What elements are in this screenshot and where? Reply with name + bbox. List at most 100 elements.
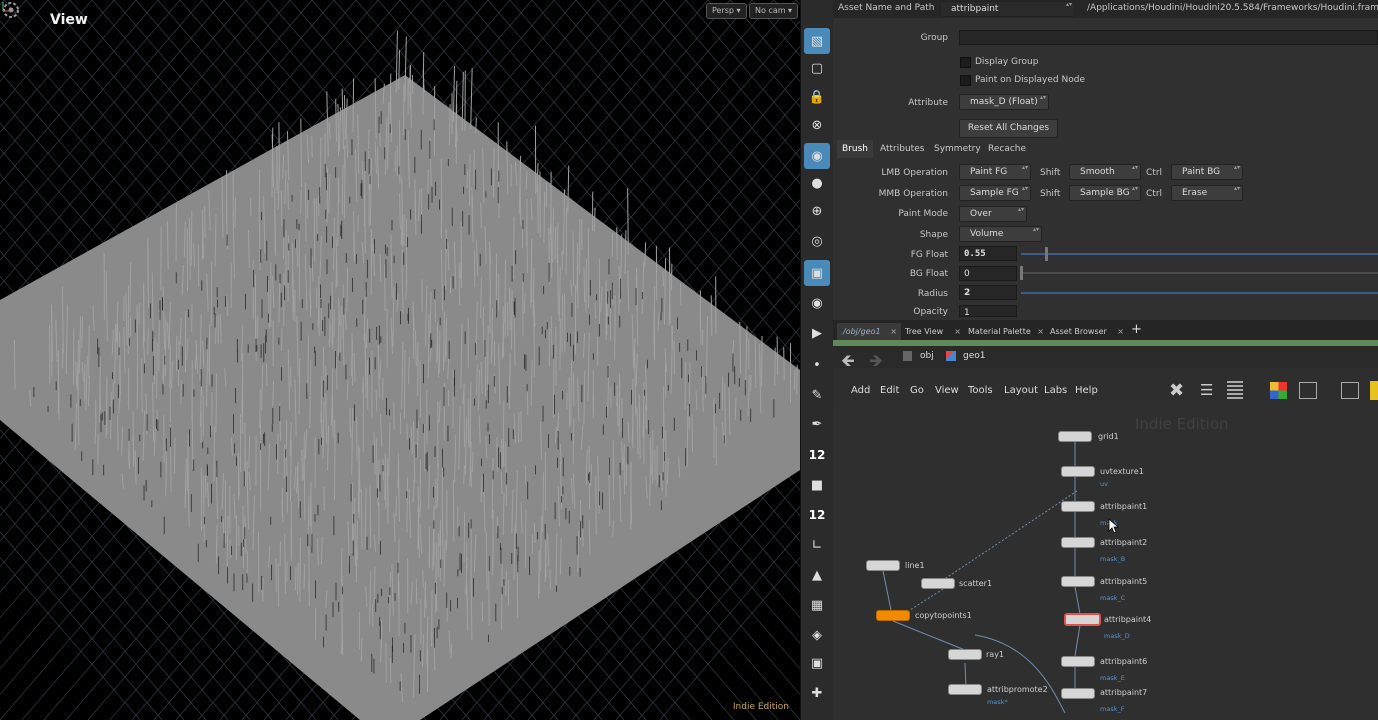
paint-mode-dropdown[interactable]: Over — [959, 206, 1027, 222]
menu-help[interactable]: Help — [1075, 385, 1098, 396]
radius-slider[interactable] — [1021, 292, 1378, 294]
ghost-icon[interactable]: ▢ — [804, 55, 830, 81]
lmb-ctrl-dropdown[interactable]: Paint BG — [1171, 164, 1243, 180]
node-attribpromote2[interactable] — [948, 684, 982, 695]
node-attribpaint5[interactable] — [1061, 576, 1095, 587]
eyedropper-icon[interactable]: ✒ — [804, 411, 830, 437]
viewport-canvas[interactable] — [0, 0, 800, 720]
node-scatter1[interactable] — [921, 578, 955, 589]
axis-icon[interactable]: ✚ — [804, 680, 830, 706]
line-icon[interactable]: ∟ — [804, 532, 830, 558]
tab-symmetry[interactable]: Symmetry — [929, 140, 986, 158]
mmb-shift-dropdown[interactable]: Sample BG — [1069, 185, 1141, 201]
close-icon[interactable]: × — [890, 323, 897, 340]
node-attribpaint4[interactable] — [1064, 613, 1101, 626]
light-link-icon[interactable]: ◎ — [804, 228, 830, 254]
fill-icon[interactable]: 12 — [804, 502, 830, 528]
eye-icon[interactable]: ◉ — [804, 290, 830, 316]
tab-tree-view[interactable]: Tree View × — [899, 323, 965, 340]
menu-labs[interactable]: Labs — [1044, 385, 1067, 396]
node-ray1[interactable] — [948, 649, 982, 660]
close-icon[interactable]: × — [1037, 323, 1044, 340]
shape-dropdown[interactable]: Volume — [959, 226, 1042, 242]
tab-material-palette[interactable]: Material Palette × — [962, 323, 1048, 340]
grid-icon[interactable]: ◈ — [804, 622, 830, 648]
fg-float-slider-knob[interactable] — [1045, 247, 1048, 261]
light-add-icon[interactable]: ⊕ — [804, 198, 830, 224]
display-options-icon[interactable]: ▧ — [804, 28, 830, 54]
sticky-note-icon[interactable] — [1370, 381, 1378, 400]
mmb-ctrl-dropdown[interactable]: Erase — [1171, 185, 1243, 201]
fg-float-field[interactable]: 0.55 — [959, 246, 1017, 261]
lock-icon[interactable]: 🔒 — [804, 84, 830, 110]
bg-float-slider[interactable] — [1021, 272, 1378, 274]
menu-tools[interactable]: Tools — [968, 385, 993, 396]
eye-options-icon[interactable]: ▶ — [804, 320, 830, 346]
shape-icon[interactable]: ▲ — [804, 562, 830, 588]
color-palette-icon[interactable] — [1270, 382, 1287, 399]
brush-icon[interactable]: ✎ — [804, 382, 830, 408]
grid-view-icon[interactable] — [1299, 382, 1317, 399]
light-icon[interactable]: ● — [804, 170, 830, 196]
menu-view[interactable]: View — [935, 385, 959, 396]
tab-recache[interactable]: Recache — [983, 140, 1031, 158]
attribute-label: Attribute — [908, 98, 948, 108]
asset-name-dropdown[interactable]: attribpaint — [940, 1, 1075, 17]
close-icon[interactable]: × — [1117, 323, 1124, 340]
node-grid1[interactable] — [1058, 431, 1092, 442]
path-obj[interactable]: obj — [920, 351, 934, 361]
opacity-field[interactable]: 1 — [959, 305, 1017, 318]
group-field[interactable] — [959, 30, 1378, 45]
node-sub-uvtexture1: uv — [1100, 480, 1108, 488]
checker-icon[interactable]: ▦ — [804, 592, 830, 618]
layout-icon[interactable] — [1341, 382, 1359, 399]
close-icon[interactable]: × — [954, 323, 961, 340]
camera-select-dropdown[interactable]: No cam ▾ — [749, 3, 799, 19]
paint-icon[interactable]: ■ — [804, 472, 830, 498]
forward-arrow-icon[interactable]: 🡺 — [869, 348, 883, 377]
tab-label: Asset Browser — [1050, 327, 1107, 336]
wireframe-icon[interactable]: ◉ — [804, 143, 830, 169]
attribute-dropdown[interactable]: mask_D (Float) — [959, 94, 1049, 110]
node-attribpaint7[interactable] — [1061, 688, 1095, 699]
menu-add[interactable]: Add — [851, 385, 870, 396]
dot-icon[interactable]: • — [804, 352, 830, 378]
node-attribpaint1[interactable] — [1061, 501, 1095, 512]
bg-float-slider-knob[interactable] — [1020, 266, 1023, 280]
node-copytopoints1[interactable] — [876, 610, 910, 621]
tab-brush[interactable]: Brush — [837, 140, 873, 158]
camera-icon[interactable]: ▣ — [804, 260, 830, 286]
bg-float-field[interactable]: 0 — [959, 266, 1017, 281]
node-graph[interactable]: Indie Edition grid1 uvtexture1 uv attrib… — [835, 405, 1378, 720]
tools-wrench-icon[interactable]: ✖ — [1169, 380, 1184, 401]
menu-layout[interactable]: Layout — [1004, 385, 1038, 396]
lmb-dropdown[interactable]: Paint FG — [959, 164, 1031, 180]
add-tab-button[interactable]: + — [1125, 323, 1142, 340]
tree-icon[interactable]: ☰ — [1200, 381, 1213, 399]
tab-attributes[interactable]: Attributes — [875, 140, 929, 158]
display-group-checkbox[interactable] — [960, 57, 971, 68]
node-attribpaint2[interactable] — [1061, 537, 1095, 548]
menu-edit[interactable]: Edit — [880, 385, 899, 396]
tab-asset-browser[interactable]: Asset Browser × — [1044, 323, 1128, 340]
radius-field[interactable]: 2 — [959, 285, 1017, 300]
green-icon[interactable]: ▣ — [804, 650, 830, 676]
path-geo[interactable]: geo1 — [963, 351, 985, 361]
list-icon[interactable] — [1227, 381, 1243, 399]
reset-changes-button[interactable]: Reset All Changes — [959, 119, 1058, 138]
menu-go[interactable]: Go — [910, 385, 924, 396]
node-line1[interactable] — [866, 560, 900, 571]
close-circle-icon[interactable]: ⊗ — [804, 112, 830, 138]
node-uvtexture1[interactable] — [1061, 466, 1095, 477]
node-attribpaint6[interactable] — [1061, 656, 1095, 667]
scene-viewport[interactable]: View Persp ▾ No cam ▾ Indie Edition — [0, 0, 800, 720]
paint-displayed-checkbox[interactable] — [960, 75, 971, 86]
count-icon[interactable]: 12 — [804, 442, 830, 468]
lmb-shift-dropdown[interactable]: Smooth — [1069, 164, 1141, 180]
camera-persp-dropdown[interactable]: Persp ▾ — [706, 3, 747, 19]
mmb-label: MMB Operation — [878, 189, 948, 199]
mmb-dropdown[interactable]: Sample FG — [959, 185, 1031, 201]
tab-obj-geo1[interactable]: /obj/geo1 × — [837, 323, 901, 340]
fg-float-slider[interactable] — [1021, 253, 1378, 255]
back-arrow-icon[interactable]: 🡸 — [841, 348, 855, 377]
